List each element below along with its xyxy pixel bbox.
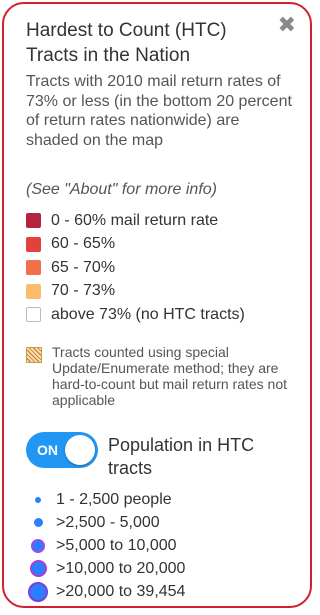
toggle-state: ON bbox=[37, 442, 58, 458]
close-icon[interactable]: ✖ bbox=[278, 14, 296, 36]
population-toggle[interactable]: ON bbox=[26, 432, 98, 468]
legend-item: 60 - 65% bbox=[26, 233, 245, 257]
population-dot bbox=[33, 518, 43, 527]
population-legend: 1 - 2,500 people >2,500 - 5,000 >5,000 t… bbox=[26, 488, 185, 603]
population-legend-item: >2,500 - 5,000 bbox=[26, 511, 185, 534]
population-label: >5,000 to 10,000 bbox=[56, 536, 177, 554]
return-rate-legend: 0 - 60% mail return rate 60 - 65% 65 - 7… bbox=[26, 209, 245, 327]
legend-item: 65 - 70% bbox=[26, 256, 245, 280]
legend-label: 60 - 65% bbox=[51, 235, 116, 253]
about-note: (See "About" for more info) bbox=[26, 181, 217, 198]
legend-item: 0 - 60% mail return rate bbox=[26, 209, 245, 233]
panel-title: Hardest to Count (HTC) Tracts in the Nat… bbox=[26, 20, 227, 66]
population-dot bbox=[29, 560, 47, 577]
legend-item: 70 - 73% bbox=[26, 280, 245, 304]
population-legend-item: >10,000 to 20,000 bbox=[26, 557, 185, 580]
special-method-legend: Tracts counted using special Update/Enum… bbox=[26, 344, 292, 408]
population-label: 1 - 2,500 people bbox=[56, 490, 172, 508]
population-toggle-label: Population in HTC tracts bbox=[108, 435, 255, 478]
population-dot bbox=[31, 538, 45, 553]
hatched-swatch bbox=[26, 347, 42, 363]
population-label: >10,000 to 20,000 bbox=[56, 559, 186, 577]
legend-label: 70 - 73% bbox=[51, 282, 116, 300]
population-legend-item: >20,000 to 39,454 bbox=[26, 580, 185, 603]
special-method-text: Tracts counted using special Update/Enum… bbox=[52, 344, 288, 408]
legend-label: 0 - 60% mail return rate bbox=[51, 211, 219, 229]
legend-swatch bbox=[26, 307, 41, 323]
legend-label: 65 - 70% bbox=[51, 258, 116, 276]
population-label: >20,000 to 39,454 bbox=[56, 582, 186, 600]
legend-swatch bbox=[26, 236, 41, 252]
toggle-knob bbox=[65, 435, 95, 465]
legend-panel: ✖ Hardest to Count (HTC) Tracts in the N… bbox=[2, 2, 312, 608]
population-legend-item: >5,000 to 10,000 bbox=[26, 534, 185, 557]
legend-swatch bbox=[26, 213, 41, 229]
population-dot bbox=[28, 581, 48, 602]
panel-description: Tracts with 2010 mail return rates of 73… bbox=[26, 73, 292, 149]
population-label: >2,500 - 5,000 bbox=[56, 513, 160, 531]
population-dot bbox=[35, 496, 41, 503]
legend-swatch bbox=[26, 283, 41, 299]
legend-label: above 73% (no HTC tracts) bbox=[51, 305, 245, 323]
legend-item: above 73% (no HTC tracts) bbox=[26, 303, 245, 327]
legend-swatch bbox=[26, 260, 41, 276]
population-legend-item: 1 - 2,500 people bbox=[26, 488, 185, 511]
